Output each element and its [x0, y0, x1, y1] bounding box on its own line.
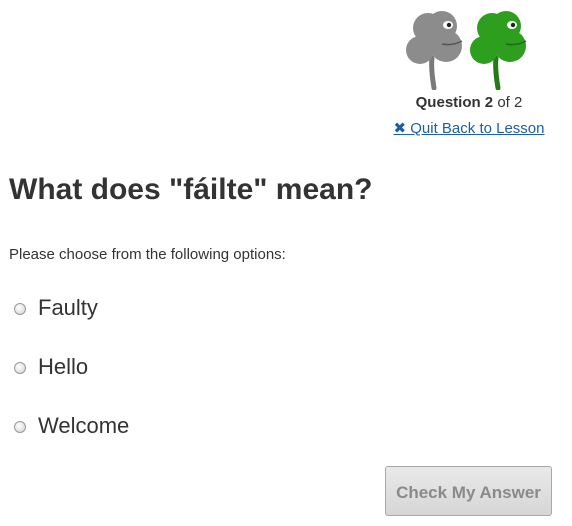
check-answer-button[interactable]: Check My Answer — [385, 466, 552, 516]
answer-option[interactable]: Faulty — [14, 288, 129, 328]
answer-option-label: Hello — [38, 354, 89, 379]
shamrock-icon — [470, 10, 532, 90]
quiz-page: Question 2 of 2 ✖ Quit Back to Lesson Wh… — [0, 0, 572, 526]
shamrock-icon — [406, 10, 468, 90]
answer-option[interactable]: Welcome — [14, 406, 129, 446]
radio-button[interactable] — [14, 362, 26, 374]
radio-button[interactable] — [14, 303, 26, 315]
answer-option-label: Welcome — [38, 413, 130, 438]
question-title: What does "fáilte" mean? — [9, 173, 373, 206]
question-total: of 2 — [497, 94, 523, 111]
quit-lesson-link[interactable]: ✖ Quit Back to Lesson — [394, 119, 545, 137]
progress-clovers — [388, 10, 550, 90]
close-icon: ✖ — [393, 120, 407, 137]
progress-panel: Question 2 of 2 ✖ Quit Back to Lesson — [388, 10, 550, 138]
answer-option[interactable]: Hello — [14, 347, 129, 387]
quit-lesson-label: Quit Back to Lesson — [410, 120, 545, 137]
instructions-text: Please choose from the following options… — [9, 246, 286, 263]
question-counter: Question 2 of 2 — [388, 94, 550, 112]
answer-options: Faulty Hello Welcome — [14, 288, 129, 465]
radio-button[interactable] — [14, 421, 26, 433]
answer-option-label: Faulty — [38, 295, 98, 320]
question-number: Question 2 — [415, 94, 494, 111]
